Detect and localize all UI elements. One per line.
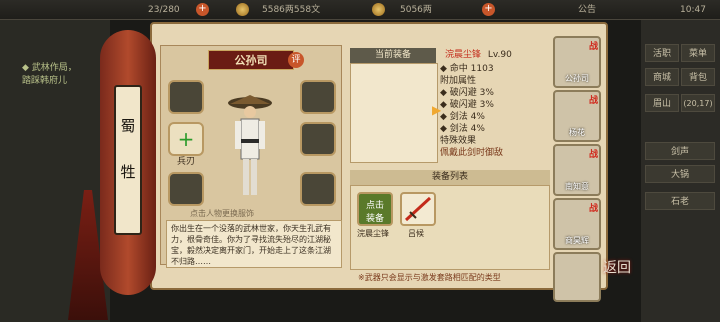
war-tag: 战 (588, 150, 598, 160)
location-name: 眉山 (645, 94, 679, 112)
character-description: 你出生在一个没落的武林世家，你天生孔武有力，根骨奇佳。你为了寻找流失殆尽的江湖秘… (166, 220, 342, 268)
stat-line: ◆ 剑法 4% (440, 124, 485, 134)
quest-line-1: ◆ 武林作局， (22, 63, 77, 73)
war-tag: 战 (588, 96, 598, 106)
weapon-level: Lv.90 (487, 50, 512, 60)
menu-main[interactable]: 菜单 (681, 44, 715, 62)
current-equipment-box (350, 63, 438, 163)
current-equipment-title: 当前装备 (350, 48, 436, 63)
item-label: 吕候 (408, 229, 424, 238)
roster-member[interactable]: 战 公孙司 (553, 36, 601, 88)
character-figure[interactable] (225, 95, 275, 200)
gold-icon (372, 3, 385, 16)
item-label: 浣晨尘锋 (357, 229, 389, 238)
stat-line: ◆ 破闪避 3% (440, 88, 494, 98)
stat-line: 附加属性 (440, 76, 477, 86)
roster-member-name: 杨花 (569, 128, 585, 137)
weapon-footnote: ※武器只会显示与激发套路相匹配的类型 (358, 273, 501, 282)
silver-icon (236, 3, 249, 16)
war-tag: 战 (588, 204, 598, 214)
roster-member-name: 南知意 (565, 182, 589, 191)
sword-icon (404, 196, 432, 222)
weapon-stats: ◆ 命中 1103 附加属性 ◆ 破闪避 3% ◆ 破闪避 3% ◆ 剑法 4%… (440, 63, 548, 163)
side-menu-panel: 活职 菜单 商城 背包 眉山 (20,17) 剑声 大锅 石老 (641, 20, 720, 322)
menu-shop[interactable]: 商城 (645, 68, 679, 86)
roster-member[interactable]: 战 南知意 (553, 144, 601, 196)
npc-list-item-3[interactable]: 石老 (645, 192, 715, 210)
roster-member-name: 商昊辉 (565, 236, 589, 245)
location-coords: (20,17) (681, 94, 715, 112)
weapon-title: 浣晨尘锋 Lv.90 (445, 48, 545, 63)
menu-activity[interactable]: 活职 (645, 44, 679, 62)
roster-member[interactable]: 战 商昊辉 (553, 198, 601, 250)
gold-counter: 5056两 (400, 5, 432, 15)
war-tag: 战 (588, 42, 598, 52)
stat-line: 佩戴此剑时御敌 (440, 148, 504, 158)
equipment-list-title: 装备列表 (350, 170, 550, 185)
equip-button[interactable]: 点击 装备 (357, 192, 393, 226)
top-status-bar: 23/280 + 5586两558文 5056两 + 公告 10:47 (0, 0, 720, 20)
equip-slot-armor[interactable] (300, 122, 336, 156)
compare-arrow-icon: ▶ (432, 103, 442, 117)
weapon-slot-label: 兵刃 (177, 157, 196, 167)
sect-label: 蜀 牲 (114, 85, 142, 235)
equip-slot-head[interactable] (300, 80, 336, 114)
add-weapon-icon: + (177, 127, 195, 151)
sect-char-1: 蜀 (120, 117, 136, 135)
equip-slot-bracer[interactable] (168, 80, 204, 114)
quest-tracker[interactable]: ◆ 武林作局， 踏踩韩府儿 (22, 62, 77, 88)
equip-slot-ring[interactable] (168, 172, 204, 206)
add-stamina-button[interactable]: + (196, 3, 209, 16)
roster-member-name: 公孙司 (565, 74, 589, 83)
roster-member[interactable]: 战 杨花 (553, 90, 601, 142)
weapon-name: 浣晨尘锋 (445, 50, 482, 60)
menu-bag[interactable]: 背包 (681, 68, 715, 86)
add-gold-button[interactable]: + (482, 3, 495, 16)
sect-char-2: 牲 (120, 163, 136, 181)
stamina-counter: 23/280 (148, 5, 180, 15)
stat-line: ◆ 命中 1103 (440, 64, 494, 74)
stat-line: ◆ 破闪避 3% (440, 100, 494, 110)
touch-hint: 点击人物更换服饰 (190, 209, 254, 218)
rate-button[interactable]: 评 (288, 52, 304, 68)
stat-line: ◆ 剑法 4% (440, 112, 485, 122)
equip-slot-weapon[interactable]: + (168, 122, 204, 156)
clock: 10:47 (680, 5, 706, 15)
notice-button[interactable]: 公告 (578, 3, 596, 17)
npc-list-item-1[interactable]: 剑声 (645, 142, 715, 160)
npc-list-item-2[interactable]: 大锅 (645, 165, 715, 183)
equipment-item[interactable] (400, 192, 436, 226)
roster-member[interactable] (553, 252, 601, 302)
quest-line-2: 踏踩韩府儿 (22, 76, 68, 86)
silver-counter: 5586两558文 (262, 5, 321, 15)
back-button[interactable]: 返回 (603, 260, 631, 276)
equip-slot-necklace[interactable] (300, 172, 336, 206)
character-name: 公孙司 (208, 50, 294, 70)
stat-line: 特殊效果 (440, 136, 477, 146)
